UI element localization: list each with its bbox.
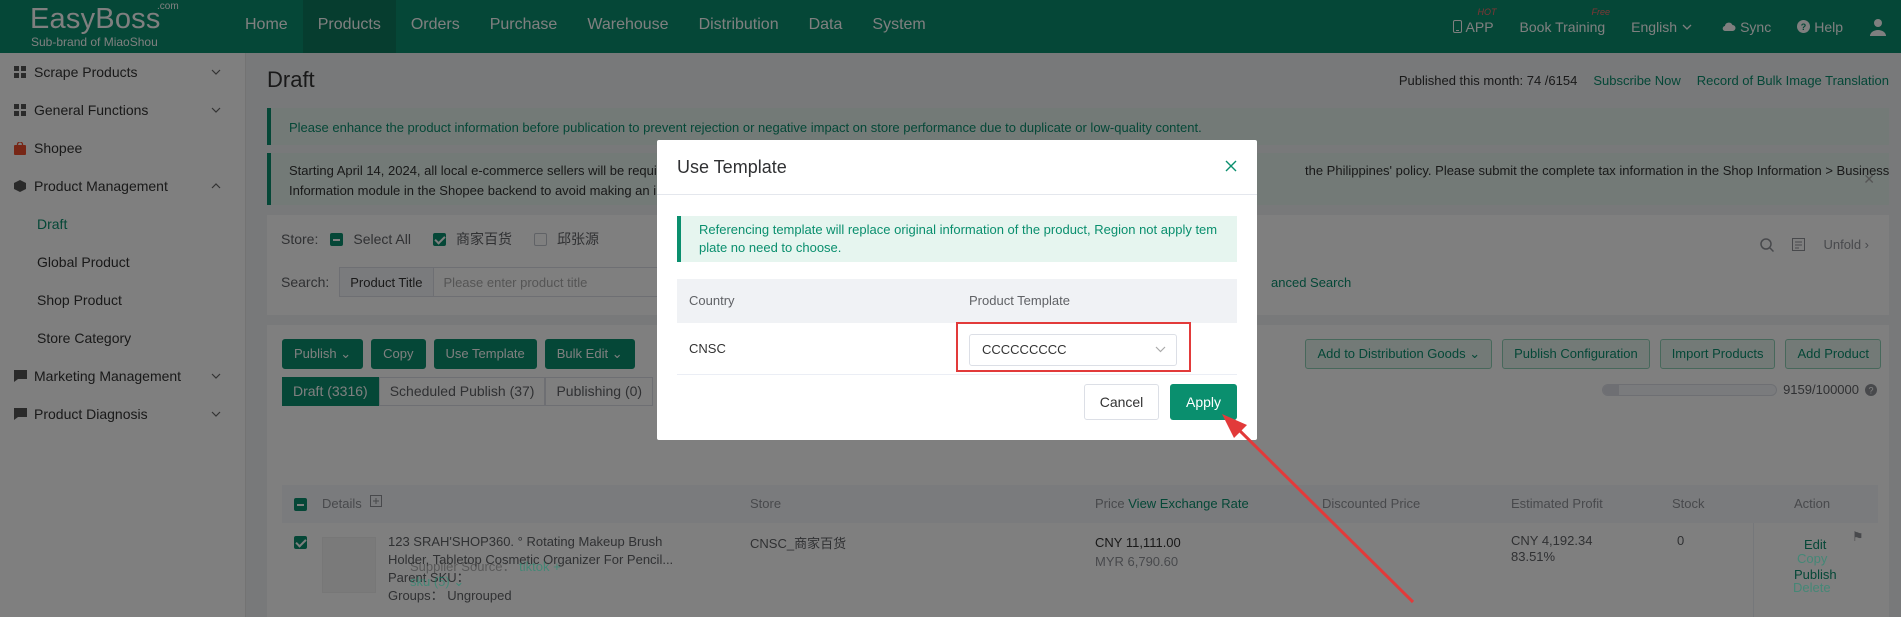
template-table-header: Country Product Template [677, 279, 1237, 323]
tip-line-2: plate no need to choose. [699, 240, 842, 255]
col-country: Country [689, 293, 735, 308]
dialog-title: Use Template [677, 157, 787, 177]
highlight-box [956, 322, 1191, 372]
template-tip: Referencing template will replace origin… [677, 216, 1237, 262]
use-template-dialog: Use Template Referencing template will r… [657, 140, 1257, 440]
cancel-button[interactable]: Cancel [1084, 384, 1159, 420]
dialog-divider [657, 194, 1257, 195]
close-icon[interactable] [1225, 160, 1237, 172]
country-value: CNSC [689, 341, 726, 356]
col-product-template: Product Template [969, 293, 1070, 308]
tip-line-1: Referencing template will replace origin… [699, 222, 1218, 237]
apply-button[interactable]: Apply [1170, 384, 1237, 420]
